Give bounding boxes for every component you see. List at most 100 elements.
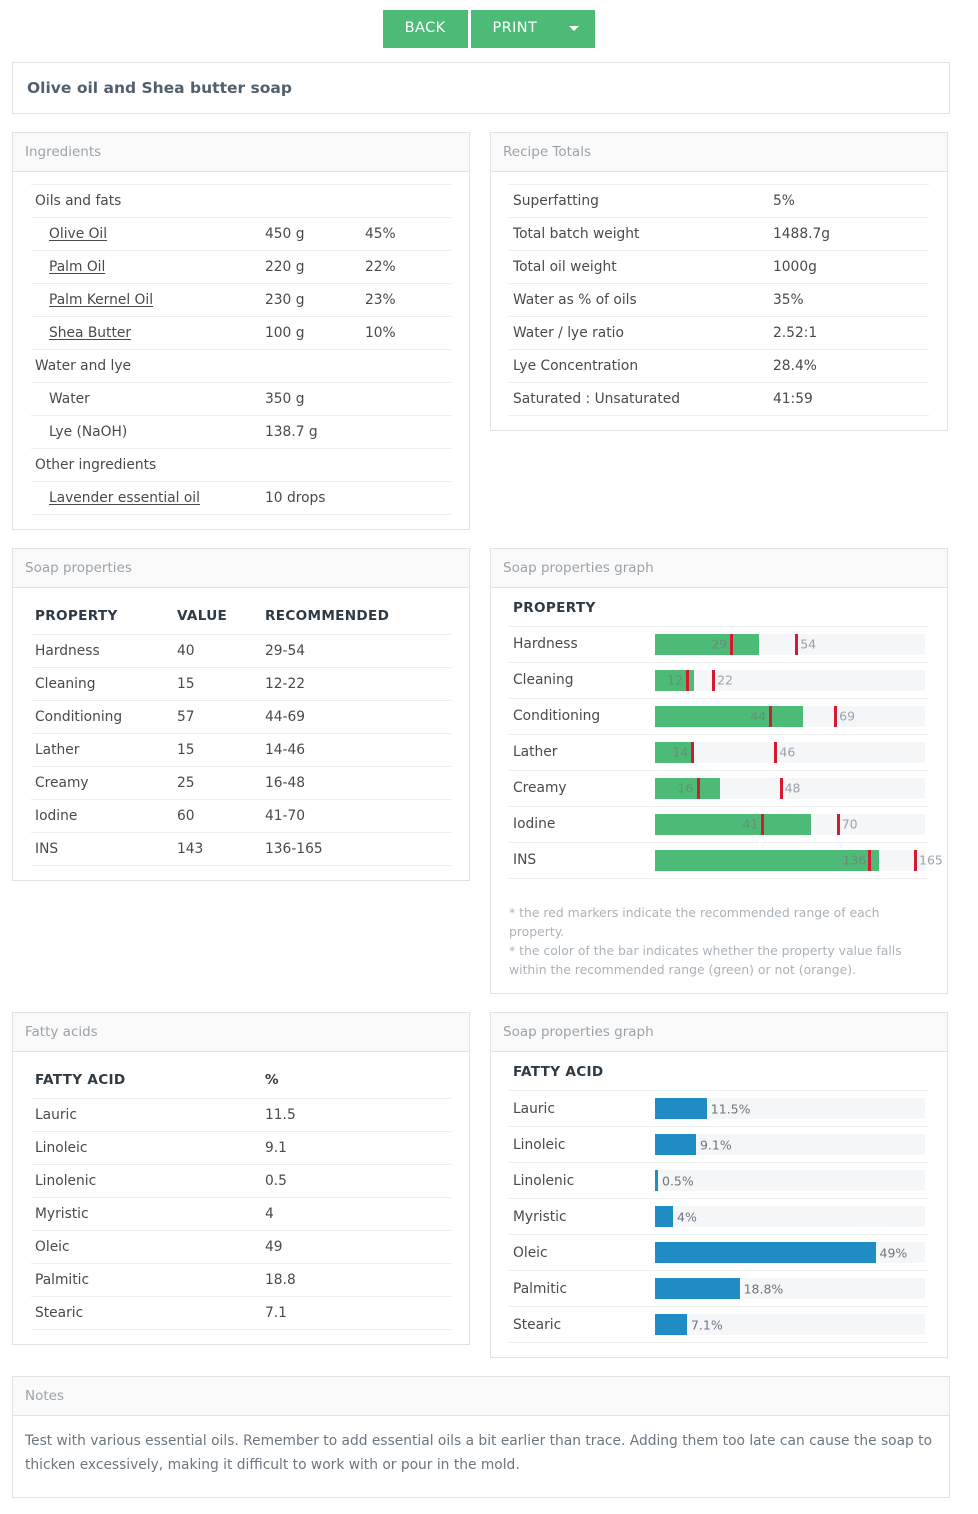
fatty-acid-name: Stearic	[509, 1306, 651, 1344]
recipe-totals-table: Superfatting 5% Total batch weight 1488.7g T…	[509, 183, 929, 416]
total-label: Saturated : Unsaturated	[509, 381, 769, 416]
ingredient-name[interactable]: Palm Kernel Oil	[31, 282, 261, 316]
table-row: Stearic 7.1%	[509, 1306, 929, 1344]
fatty-acid-bar	[655, 1170, 658, 1192]
fatty-acid-bar-cell: 7.1%	[651, 1306, 929, 1344]
table-row: Saturated : Unsaturated 41:59	[509, 381, 929, 416]
col-graph	[651, 600, 929, 627]
table-row: Iodine 60 41-70	[31, 798, 451, 832]
print-button[interactable]: PRINT	[470, 10, 556, 48]
table-header-row: PROPERTY	[509, 600, 929, 627]
soap-properties-panel: Soap properties PROPERTY VALUE RECOMMEND…	[12, 547, 470, 881]
table-row: Superfatting 5%	[509, 183, 929, 217]
fatty-acids-panel-col: Fatty acids FATTY ACID % Lauric 11.5 Linol…	[12, 1012, 470, 1363]
property-bar-cell: 41 70	[651, 805, 929, 842]
back-button[interactable]: BACK	[382, 10, 468, 48]
ingredient-amount: 450 g	[261, 216, 361, 250]
property-name: Hardness	[509, 625, 651, 662]
table-row: Lye Concentration 28.4%	[509, 348, 929, 382]
col-property: PROPERTY	[35, 607, 118, 624]
ingredient-link[interactable]: Lavender essential oil	[49, 490, 200, 506]
property-name: INS	[31, 831, 173, 866]
bar-track: 41 70	[655, 813, 925, 835]
bar-track: 18.8%	[655, 1278, 925, 1300]
recommended-min-label: 14	[672, 744, 689, 760]
property-name: Iodine	[31, 798, 173, 832]
fatty-acid-name: Lauric	[31, 1098, 261, 1132]
property-bar	[655, 633, 759, 655]
print-dropdown-button[interactable]	[555, 10, 596, 48]
recommended-max-label: 48	[784, 780, 801, 796]
recipe-totals-panel-title: Recipe Totals	[491, 132, 947, 172]
property-recommended: 29-54	[261, 633, 451, 667]
fatty-acids-panel-body: FATTY ACID % Lauric 11.5 Linoleic 9.1 Linole…	[13, 1052, 469, 1344]
col-graph	[651, 1064, 929, 1091]
table-row: Hardness 29 54	[509, 625, 929, 662]
property-value: 143	[173, 831, 261, 866]
bar-track: 7.1%	[655, 1314, 925, 1336]
ingredient-name[interactable]: Olive Oil	[31, 216, 261, 250]
table-row: Conditioning 57 44-69	[31, 699, 451, 733]
property-value: 60	[173, 798, 261, 832]
property-name: Cleaning	[31, 666, 173, 700]
bar-track: 16 48	[655, 777, 925, 799]
ingredient-percent	[361, 414, 451, 448]
table-row: Oleic 49	[31, 1230, 451, 1264]
soap-properties-graph-table: PROPERTY Hardness 29 54 Cleaning 12 22 Conditi…	[509, 600, 943, 879]
ingredient-amount: 138.7 g	[261, 414, 361, 448]
property-value: 40	[173, 633, 261, 667]
ingredient-name[interactable]: Lavender essential oil	[31, 480, 261, 515]
property-value: 15	[173, 666, 261, 700]
recommended-min-marker	[686, 669, 690, 691]
ingredient-link[interactable]: Palm Oil	[49, 259, 105, 275]
bar-track: 12 22	[655, 669, 925, 691]
recommended-min-marker	[761, 813, 765, 835]
soap-properties-panel-body: PROPERTY VALUE RECOMMENDED Hardness 40 29-…	[13, 588, 469, 880]
fatty-acid-bar	[655, 1278, 740, 1300]
table-row: Lather 15 14-46	[31, 732, 451, 766]
property-recommended: 12-22	[261, 666, 451, 700]
fatty-acid-name: Linoleic	[31, 1131, 261, 1165]
fatty-acid-bar	[655, 1242, 876, 1264]
fatty-acid-percent: 49	[261, 1230, 451, 1264]
ingredient-link[interactable]: Olive Oil	[49, 226, 107, 242]
property-name: Conditioning	[509, 697, 651, 734]
recommended-min-marker	[868, 849, 872, 871]
ingredient-link[interactable]: Palm Kernel Oil	[49, 292, 153, 308]
table-row: Water as % of oils 35%	[509, 282, 929, 316]
recommended-min-label: 136	[842, 852, 867, 868]
ingredients-panel-body: Oils and fats Olive Oil 450 g 45% Palm Oil 22…	[13, 172, 469, 529]
recipe-totals-panel: Recipe Totals Superfatting 5% Total batch …	[490, 131, 948, 431]
fatty-acid-value-label: 11.5%	[710, 1101, 751, 1117]
property-name: Lather	[509, 733, 651, 770]
table-row: Olive Oil 450 g 45%	[31, 216, 451, 250]
table-row: Stearic 7.1	[31, 1296, 451, 1331]
recipe-totals-panel-body: Superfatting 5% Total batch weight 1488.7g T…	[491, 172, 947, 430]
table-row: Iodine 41 70	[509, 805, 929, 842]
recommended-max-marker	[774, 741, 778, 763]
ingredient-group-row: Oils and fats	[31, 183, 451, 217]
fatty-acid-percent: 11.5	[261, 1098, 451, 1132]
recommended-max-label: 70	[841, 816, 858, 832]
recommended-min-label: 29	[711, 636, 728, 652]
fatty-acids-panel: Fatty acids FATTY ACID % Lauric 11.5 Linol…	[12, 1012, 470, 1346]
total-value: 28.4%	[769, 348, 929, 382]
ingredient-percent: 22%	[361, 249, 451, 283]
fatty-acid-value-label: 49%	[879, 1245, 908, 1261]
col-value: VALUE	[177, 607, 228, 624]
recommended-min-label: 44	[750, 708, 767, 724]
chevron-down-icon	[569, 25, 580, 31]
recommended-min-label: 16	[677, 780, 694, 796]
table-row: Lye (NaOH) 138.7 g	[31, 414, 451, 448]
ingredient-name[interactable]: Shea Butter	[31, 315, 261, 349]
soap-properties-graph-body: PROPERTY Hardness 29 54 Cleaning 12 22 Conditi…	[491, 588, 947, 893]
soap-graph-panel-col: Soap properties graph PROPERTY Hardness 2…	[490, 547, 948, 1013]
soap-properties-table: PROPERTY VALUE RECOMMENDED Hardness 40 29-…	[31, 600, 451, 866]
fatty-acid-percent: 18.8	[261, 1263, 451, 1297]
ingredient-name[interactable]: Palm Oil	[31, 249, 261, 283]
table-header-row: FATTY ACID %	[31, 1064, 451, 1099]
fatty-acid-name: Oleic	[509, 1234, 651, 1271]
ingredient-link[interactable]: Shea Butter	[49, 325, 131, 341]
fatty-acids-graph-body: FATTY ACID Lauric 11.5% Linoleic 9.1% Linole…	[491, 1052, 947, 1357]
col-fatty-acid: FATTY ACID	[35, 1072, 126, 1089]
